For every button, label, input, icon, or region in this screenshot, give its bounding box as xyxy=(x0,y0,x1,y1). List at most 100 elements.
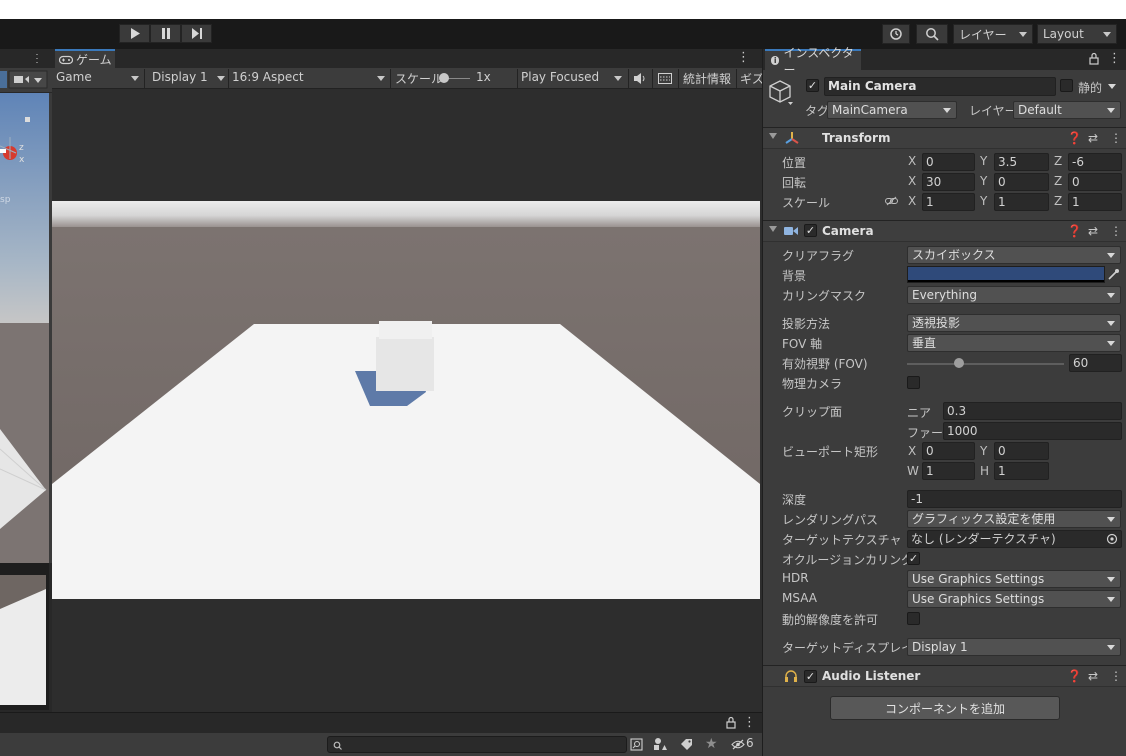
hdr-label: HDR xyxy=(782,571,809,585)
position-z-field[interactable]: -6 xyxy=(1068,153,1122,171)
foldout-arrow-icon[interactable] xyxy=(769,226,777,232)
tag-dropdown[interactable]: MainCamera xyxy=(827,101,957,119)
audio-listener-header[interactable]: ✓ Audio Listener ❓ ⇄ ⋮ xyxy=(763,665,1126,687)
stats-button[interactable]: 統計情報 xyxy=(683,70,731,87)
game-toolbar: Game Display 1 16:9 Aspect スケール 1x Play … xyxy=(52,68,764,89)
static-dropdown[interactable] xyxy=(1103,78,1121,96)
position-x-field[interactable]: 0 xyxy=(922,153,975,171)
game-view[interactable] xyxy=(52,89,762,712)
game-view-select[interactable]: Game xyxy=(56,70,92,84)
object-name-input[interactable]: Main Camera xyxy=(824,77,1056,96)
play-button[interactable] xyxy=(119,24,150,43)
lock-icon[interactable] xyxy=(1089,52,1099,65)
tab-inspector[interactable]: i インスペクター xyxy=(765,46,861,77)
background-color-swatch[interactable] xyxy=(907,266,1105,283)
hidden-eye-icon[interactable] xyxy=(731,739,745,750)
near-field[interactable]: 0.3 xyxy=(943,402,1122,420)
help-icon[interactable]: ❓ xyxy=(1067,131,1082,145)
preset-icon[interactable]: ⇄ xyxy=(1088,224,1098,238)
search-button[interactable] xyxy=(916,24,948,44)
camera-title: Camera xyxy=(822,224,874,238)
more-options-icon[interactable]: ⋮ xyxy=(743,715,756,730)
viewport-w-field[interactable]: 1 xyxy=(922,462,975,480)
more-options-icon[interactable]: ⋮ xyxy=(1110,131,1122,145)
fov-axis-dropdown[interactable]: 垂直 xyxy=(907,334,1121,352)
dynamic-resolution-checkbox[interactable] xyxy=(907,612,920,625)
viewport-x-field[interactable]: 0 xyxy=(922,442,975,460)
depth-field[interactable]: -1 xyxy=(907,490,1122,508)
history-button[interactable] xyxy=(882,24,910,44)
clear-flags-dropdown[interactable]: スカイボックス xyxy=(907,246,1121,264)
preset-icon[interactable]: ⇄ xyxy=(1088,131,1098,145)
favorite-star-icon[interactable]: ★ xyxy=(705,736,718,752)
camera-header[interactable]: ✓ Camera ❓ ⇄ ⋮ xyxy=(763,220,1126,242)
search-by-label-icon[interactable] xyxy=(653,737,667,751)
help-icon[interactable]: ❓ xyxy=(1067,669,1082,683)
tab-game[interactable]: ゲーム xyxy=(55,49,115,68)
scale-y-field[interactable]: 1 xyxy=(994,193,1049,211)
rotation-y-field[interactable]: 0 xyxy=(994,173,1049,191)
layout-dropdown[interactable]: Layout xyxy=(1037,24,1117,44)
viewport-y-field[interactable]: 0 xyxy=(994,442,1049,460)
object-picker-icon[interactable] xyxy=(1106,533,1118,545)
clear-flags-label: クリアフラグ xyxy=(782,249,855,263)
rendering-path-dropdown[interactable]: グラフィックス設定を使用 xyxy=(907,510,1121,528)
audio-listener-enabled-checkbox[interactable]: ✓ xyxy=(804,670,817,683)
position-y-field[interactable]: 3.5 xyxy=(994,153,1049,171)
scene-view-panel[interactable]: z x sp xyxy=(0,49,52,712)
search-by-type-icon[interactable] xyxy=(630,738,643,751)
transform-header[interactable]: Transform ❓ ⇄ ⋮ xyxy=(763,127,1126,149)
more-options-icon[interactable]: ⋮ xyxy=(1108,51,1121,66)
fov-slider-track[interactable] xyxy=(907,363,1064,365)
tag-icon[interactable] xyxy=(680,738,693,751)
aspect-select[interactable]: 16:9 Aspect xyxy=(232,70,304,84)
scale-x-field[interactable]: 1 xyxy=(922,193,975,211)
target-display-dropdown[interactable]: Display 1 xyxy=(907,638,1121,656)
gizmos-button[interactable]: ギズ xyxy=(740,70,764,87)
rotation-x-field[interactable]: 30 xyxy=(922,173,975,191)
help-icon[interactable]: ❓ xyxy=(1067,224,1082,238)
layers-dropdown[interactable]: レイヤー xyxy=(953,24,1033,44)
hdr-dropdown[interactable]: Use Graphics Settings xyxy=(907,570,1121,588)
far-field[interactable]: 1000 xyxy=(943,422,1122,440)
scale-z-field[interactable]: 1 xyxy=(1068,193,1122,211)
game-render[interactable] xyxy=(52,89,762,712)
foldout-arrow-icon[interactable] xyxy=(769,133,777,139)
keyboard-icon[interactable] xyxy=(658,73,672,84)
camera-enabled-checkbox[interactable]: ✓ xyxy=(804,224,817,237)
scale-slider-handle[interactable] xyxy=(439,73,449,83)
layer-dropdown[interactable]: Default xyxy=(1013,101,1121,119)
lock-icon[interactable] xyxy=(726,716,736,729)
fov-field[interactable]: 60 xyxy=(1069,354,1122,372)
active-checkbox[interactable]: ✓ xyxy=(806,79,819,92)
msaa-dropdown[interactable]: Use Graphics Settings xyxy=(907,590,1121,608)
more-options-icon[interactable]: ⋮ xyxy=(737,50,750,65)
object-name-value: Main Camera xyxy=(828,79,917,93)
static-checkbox[interactable] xyxy=(1060,79,1073,92)
culling-mask-label: カリングマスク xyxy=(782,289,867,303)
scale-z-value: 1 xyxy=(1072,195,1080,209)
eyedropper-icon[interactable] xyxy=(1107,268,1120,281)
pause-button[interactable] xyxy=(150,24,181,43)
preset-icon[interactable]: ⇄ xyxy=(1088,669,1098,683)
occlusion-culling-checkbox[interactable]: ✓ xyxy=(907,552,920,565)
audio-listener-title: Audio Listener xyxy=(822,669,921,683)
projection-dropdown[interactable]: 透視投影 xyxy=(907,314,1121,332)
more-options-icon[interactable]: ⋮ xyxy=(1110,224,1122,238)
display-select[interactable]: Display 1 xyxy=(152,70,208,84)
project-search-input[interactable] xyxy=(327,736,627,753)
fov-slider-handle[interactable] xyxy=(953,358,964,368)
culling-mask-dropdown[interactable]: Everything xyxy=(907,286,1121,304)
physical-camera-checkbox[interactable] xyxy=(907,376,920,389)
target-texture-field[interactable]: なし (レンダーテクスチャ) xyxy=(907,530,1122,548)
rotation-z-field[interactable]: 0 xyxy=(1068,173,1122,191)
scene-view-canvas[interactable]: z x sp xyxy=(0,49,52,712)
viewport-h-field[interactable]: 1 xyxy=(994,462,1049,480)
speaker-icon[interactable] xyxy=(634,73,646,84)
gameobject-cube-icon[interactable] xyxy=(769,79,793,105)
step-button[interactable] xyxy=(181,24,212,43)
more-options-icon[interactable]: ⋮ xyxy=(1110,669,1122,683)
play-mode-select[interactable]: Play Focused xyxy=(521,70,599,84)
add-component-button[interactable]: コンポーネントを追加 xyxy=(830,696,1060,720)
link-icon[interactable] xyxy=(885,196,899,206)
